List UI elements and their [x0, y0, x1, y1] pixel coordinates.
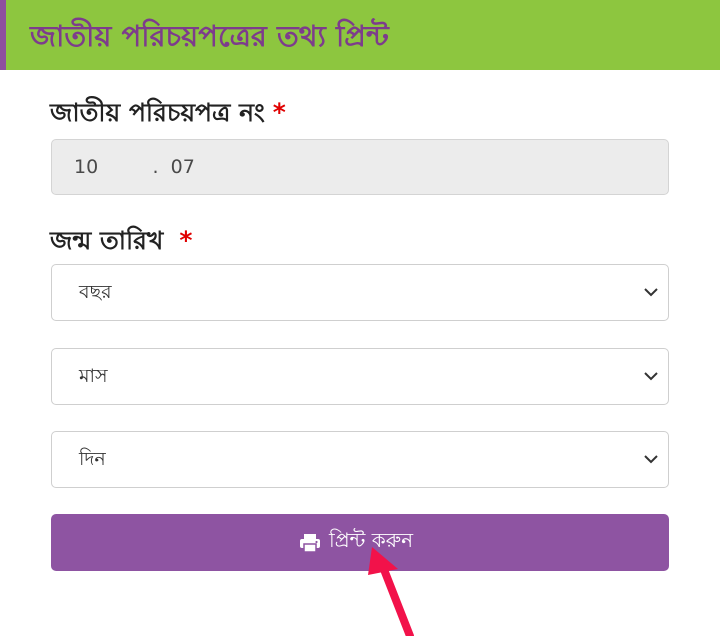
month-select[interactable]: মাস: [51, 348, 669, 405]
chevron-down-icon: [644, 288, 658, 297]
chevron-down-icon: [644, 372, 658, 381]
day-select-value: দিন: [79, 448, 106, 470]
printer-icon: [300, 533, 320, 553]
nid-number-field[interactable]: 10 . 07: [51, 139, 669, 195]
dob-label-row: জন্ম তারিখ *: [50, 221, 192, 264]
nid-label: জাতীয় পরিচয়পত্র নং: [50, 98, 265, 127]
annotation-arrow: [368, 547, 414, 636]
chevron-down-icon: [644, 455, 658, 464]
nid-print-page: জাতীয় পরিচয়পত্রের তথ্য প্রিন্ট জাতীয় …: [0, 0, 720, 636]
day-select[interactable]: দিন: [51, 431, 669, 488]
month-select-value: মাস: [79, 365, 108, 387]
year-select[interactable]: বছর: [51, 264, 669, 321]
year-select-value: বছর: [79, 281, 112, 303]
dob-label: জন্ম তারিখ: [50, 226, 164, 255]
page-header: জাতীয় পরিচয়পত্রের তথ্য প্রিন্ট: [0, 0, 720, 70]
dob-required-mark: *: [179, 226, 193, 255]
nid-label-row: জাতীয় পরিচয়পত্র নং *: [50, 93, 286, 136]
page-title: জাতীয় পরিচয়পত্রের তথ্য প্রিন্ট: [30, 19, 389, 53]
nid-required-mark: *: [272, 98, 286, 127]
